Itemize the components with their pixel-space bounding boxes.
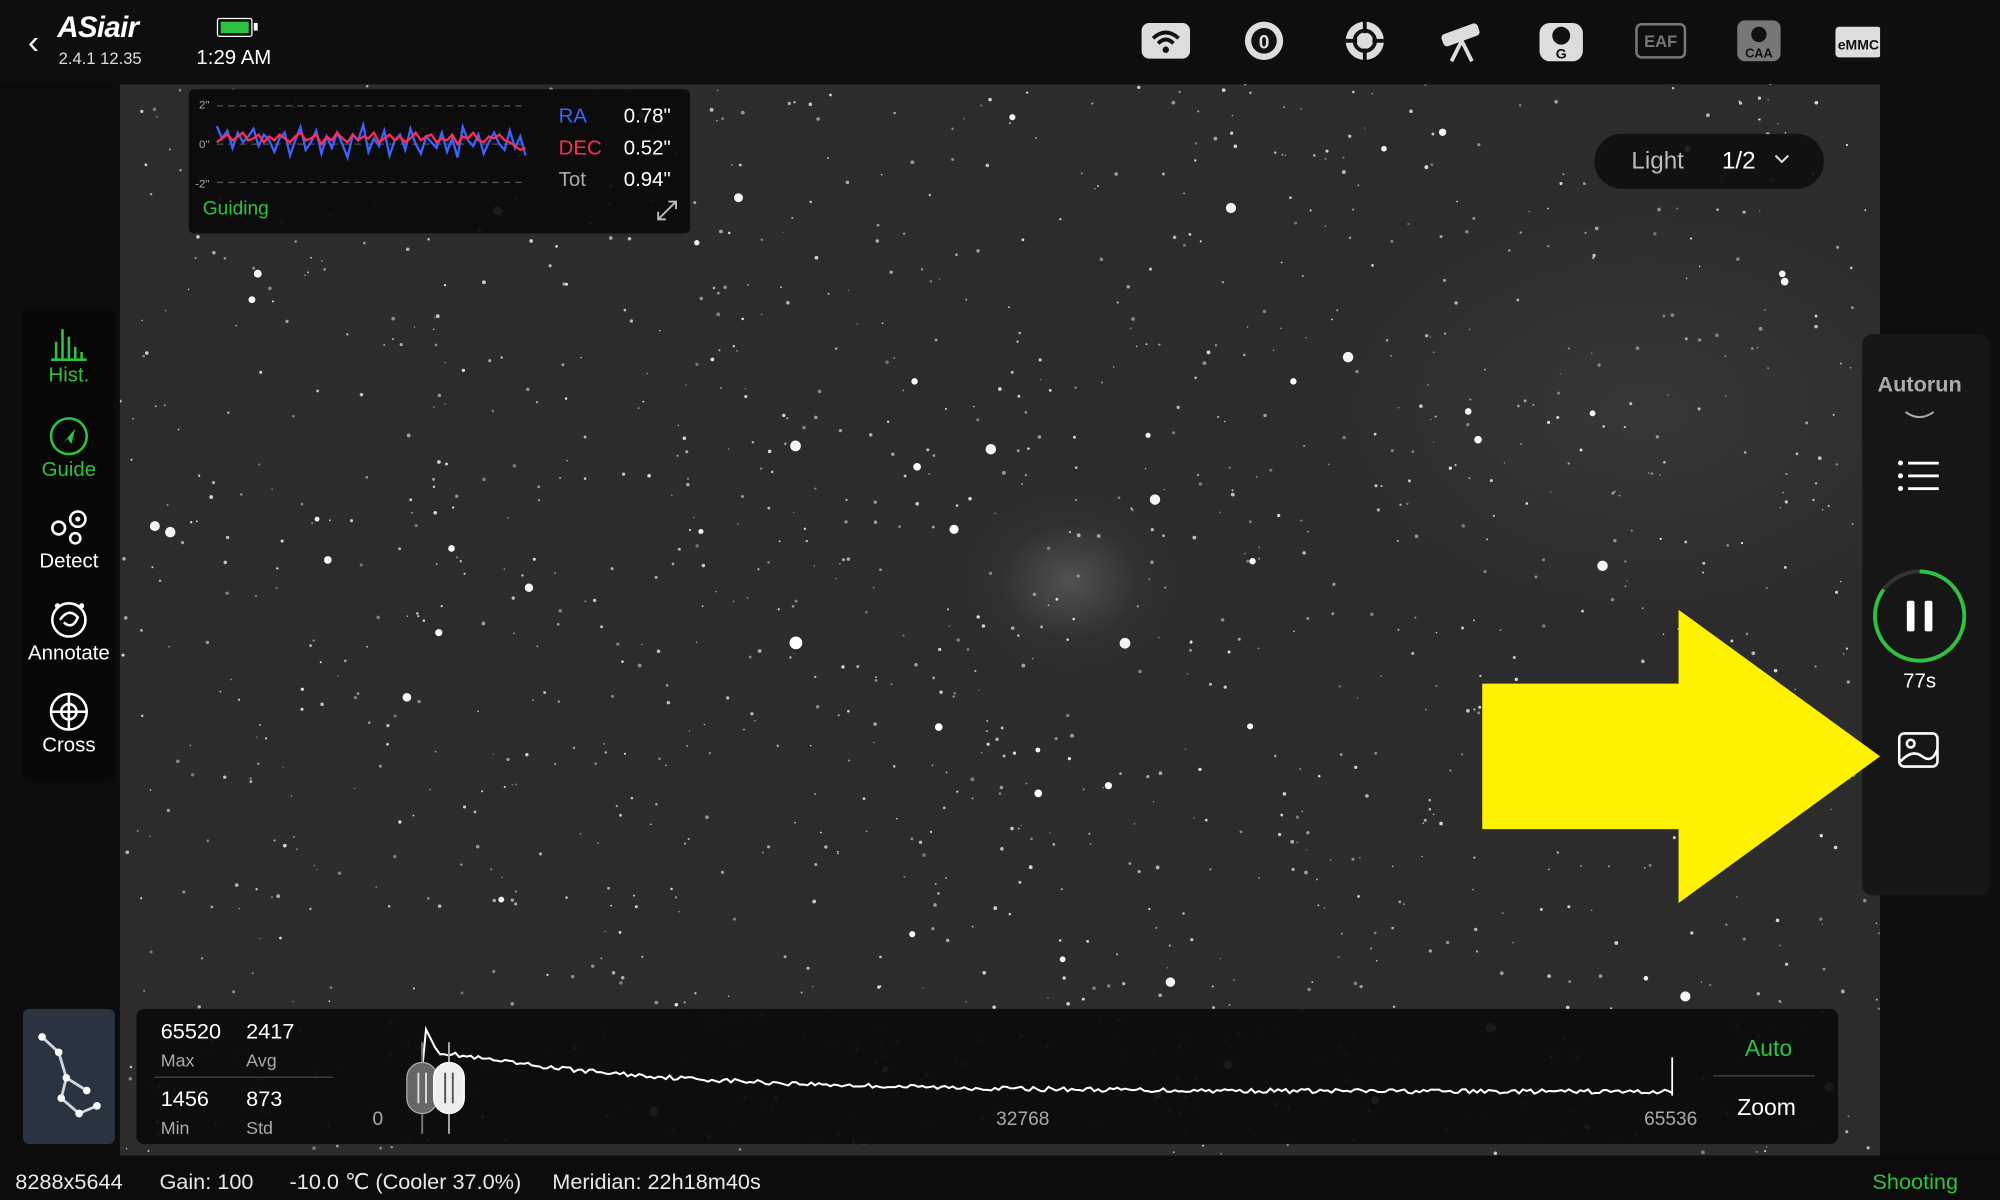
cross-button[interactable]: Cross [23,691,115,757]
frame-type: Light [1631,147,1684,175]
pause-icon [1906,600,1915,632]
plan-list-icon[interactable] [1897,459,1940,499]
hist-label: Hist. [48,364,90,387]
guide-axis-bottom: -2" [195,177,210,191]
constellation-thumbnail[interactable] [22,1008,115,1145]
guide-button[interactable]: Guide [23,416,115,482]
hist-axis-mid: 32768 [996,1108,1050,1131]
hist-controls-divider [1712,1075,1816,1077]
shooting-status: Shooting [1872,1169,1959,1194]
guide-camera-label: G [1556,46,1567,62]
crosshair-icon [49,692,89,731]
emmc-icon[interactable]: eMMC [1833,18,1884,64]
guiding-status: Guiding [202,197,269,220]
autorun-title[interactable]: Autorun [1862,372,1977,398]
eaf-icon[interactable]: EAF [1633,18,1689,64]
autorun-panel: Autorun 77s [1862,334,1990,896]
camera-gain: Gain: 100 [159,1169,254,1194]
annotation-arrow-icon [1482,609,1881,904]
telescope-icon[interactable] [1435,18,1491,64]
cross-label: Cross [42,734,96,757]
caa-label: CAA [1745,45,1773,60]
hist-axis-start: 0 [372,1108,384,1131]
white-point-handle[interactable] [431,1042,467,1140]
battery-icon [216,17,258,37]
ra-label: RA [558,105,588,128]
dec-label: DEC [558,137,602,160]
guide-label: Guide [41,459,97,481]
frame-type-selector[interactable]: Light 1/2 [1594,133,1824,189]
filter-wheel-icon[interactable]: 0 [1237,18,1291,64]
annotate-button[interactable]: Annotate [23,599,115,665]
caa-icon[interactable]: CAA [1733,18,1784,64]
tot-label: Tot [558,169,586,192]
clock: 1:29 AM [196,47,272,69]
histogram-panel[interactable]: 65520 Max 2417 Avg 1456 Min 873 Std 0 32… [136,1008,1838,1145]
emmc-label: eMMC [1838,37,1879,53]
app-logo: ASiair [57,10,139,44]
detect-button[interactable]: Detect [23,508,115,574]
image-resolution: 8288x5644 [15,1169,123,1194]
expand-icon[interactable] [656,199,679,228]
camera-temperature: -10.0 ℃ (Cooler 37.0%) [289,1169,522,1194]
annotate-label: Annotate [28,642,110,665]
dec-value: 0.52" [623,137,671,160]
status-bar: 8288x5644 Gain: 100 -10.0 ℃ (Cooler 37.0… [0,1155,2000,1200]
guide-icon [49,417,89,456]
auto-stretch-button[interactable]: Auto [1745,1036,1792,1063]
hist-axis-end: 65536 [1644,1108,1698,1131]
tot-value: 0.94" [623,169,671,192]
guide-axis-top: 2" [198,98,210,111]
meridian-countdown: Meridian: 22h18m40s [552,1169,761,1194]
guiding-panel[interactable]: 2" 0" -2" RA 0.78" DEC 0.52" Tot 0.94" G… [188,89,691,234]
detect-label: Detect [39,551,99,573]
image-gallery-icon[interactable] [1897,731,1940,776]
left-tool-menu: Hist. Guide Detect Annotate Cross [22,308,115,781]
hist-button[interactable]: Hist. [23,324,115,388]
detect-stars-icon [51,510,87,545]
app-version: 2.4.1 12.35 [58,48,142,68]
histogram-curve [418,1025,1674,1096]
back-chevron-icon[interactable]: ‹ [28,23,39,63]
guide-axis-mid: 0" [198,137,210,151]
frame-count: 1/2 [1721,147,1756,175]
top-bar: ‹ ASiair 2.4.1 12.35 1:29 AM 0 G EAF CAA… [0,0,2000,85]
filter-slot-label: 0 [1259,32,1270,53]
annotate-galaxy-icon [51,602,87,638]
guide-camera-icon[interactable]: G [1534,18,1588,64]
chevron-down-icon [1773,149,1791,173]
constellation-icon [38,1033,101,1118]
histogram-icon [51,329,87,361]
autorun-chevron-icon[interactable] [1904,406,1935,429]
eaf-label: EAF [1644,32,1677,51]
ra-value: 0.78" [623,105,671,128]
zoom-button[interactable]: Zoom [1737,1094,1796,1121]
pause-button[interactable] [1871,568,1968,671]
guide-target-icon[interactable] [1339,18,1390,64]
wifi-icon[interactable] [1139,18,1193,64]
